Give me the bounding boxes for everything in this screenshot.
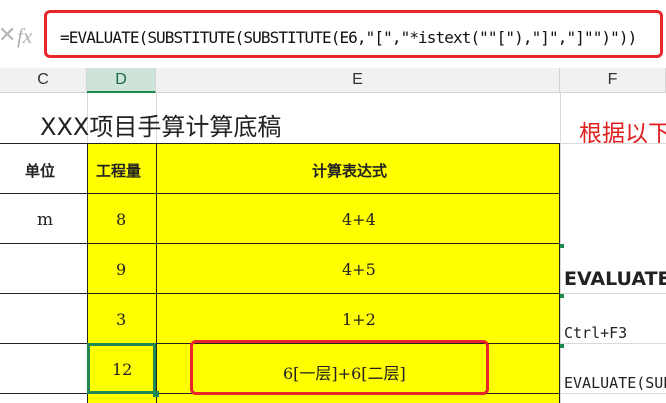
cell-expression[interactable]: 1+2 — [342, 310, 376, 329]
column-header-c[interactable]: C — [0, 68, 87, 93]
table-border — [0, 293, 560, 294]
gridline — [560, 343, 666, 344]
fill-handle[interactable] — [153, 391, 159, 397]
column-header-f[interactable]: F — [560, 68, 666, 93]
cell-expression[interactable]: 4+5 — [342, 260, 376, 279]
gridline — [560, 143, 666, 144]
formula-bar: ✕ fx =EVALUATE(SUBSTITUTE(SUBSTITUTE(E6,… — [0, 0, 666, 66]
column-header-d[interactable]: D — [87, 68, 156, 93]
cell-side-text[interactable]: EVALUATE — [564, 268, 666, 290]
comment-marker — [560, 244, 564, 248]
column-header-e[interactable]: E — [156, 68, 560, 93]
formula-highlight-box — [44, 10, 663, 58]
cell-quantity[interactable]: 3 — [116, 310, 126, 329]
table-border — [156, 143, 157, 403]
cancel-icon[interactable]: ✕ — [0, 22, 16, 48]
comment-marker — [560, 344, 564, 348]
cell-side-text[interactable]: EVALUATE(SUBS — [564, 374, 666, 392]
gridline — [560, 293, 666, 294]
fx-icon[interactable]: fx — [17, 24, 32, 49]
cell-unit[interactable]: m — [37, 210, 53, 230]
gridline — [560, 93, 561, 403]
cell-side-text[interactable]: Ctrl+F3 — [564, 324, 627, 342]
header-expression[interactable]: 计算表达式 — [312, 160, 387, 181]
table-border — [0, 193, 560, 194]
sheet-title[interactable]: XXX项目手算计算底稿 — [40, 107, 281, 142]
table-border — [559, 143, 560, 403]
table-border — [0, 243, 560, 244]
table-border — [0, 143, 560, 144]
cell-quantity[interactable]: 12 — [112, 360, 132, 379]
cell-expression[interactable]: 4+4 — [342, 210, 376, 229]
comment-marker — [560, 294, 564, 298]
header-unit[interactable]: 单位 — [25, 160, 55, 181]
cell-quantity[interactable]: 8 — [116, 210, 126, 229]
cell-quantity[interactable]: 9 — [116, 260, 126, 279]
gridline — [560, 393, 666, 394]
header-quantity[interactable]: 工程量 — [96, 160, 141, 181]
expression-highlight-box — [190, 340, 489, 395]
